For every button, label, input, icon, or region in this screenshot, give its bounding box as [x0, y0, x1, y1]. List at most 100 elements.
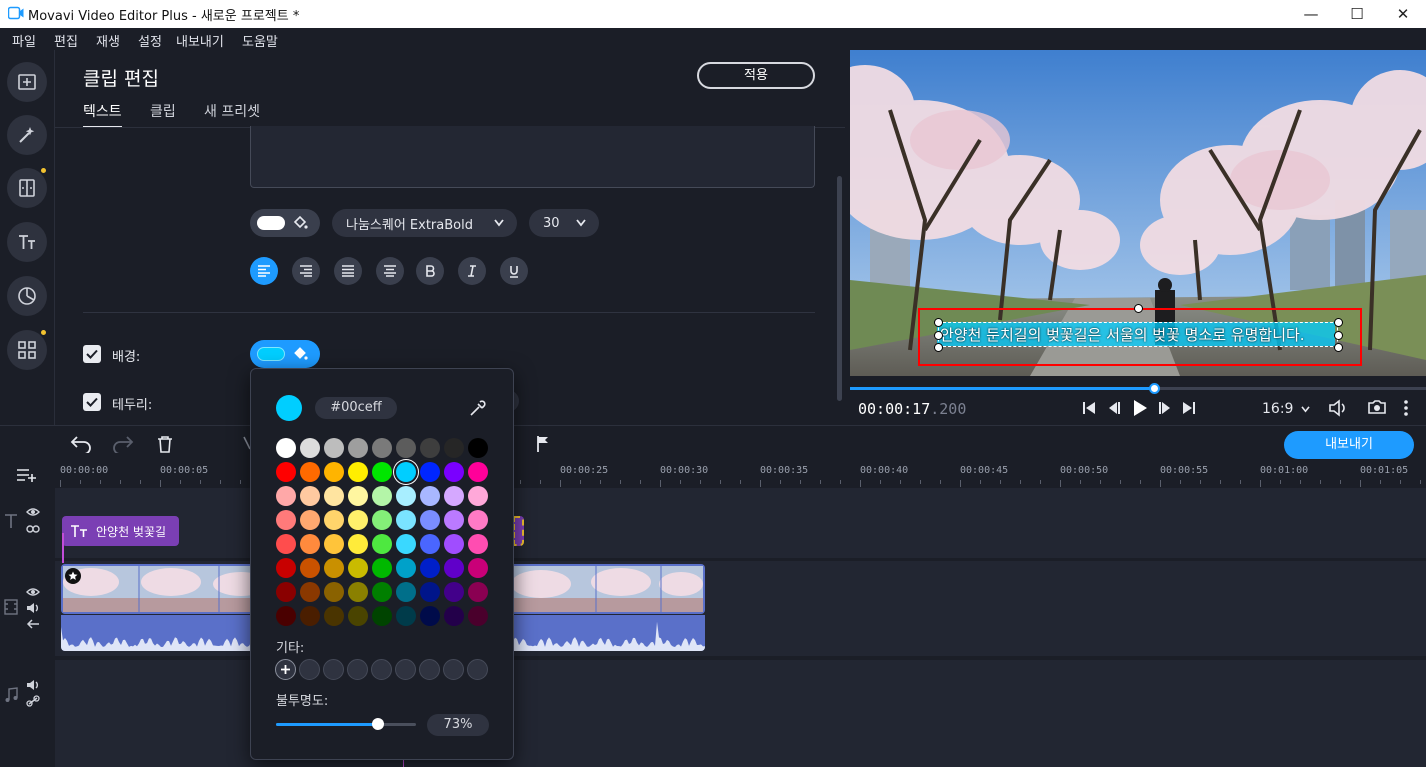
color-swatch[interactable] — [348, 606, 368, 626]
titles-button[interactable] — [7, 222, 47, 262]
color-swatch[interactable] — [348, 510, 368, 530]
color-swatch[interactable] — [276, 486, 296, 506]
minimize-button[interactable]: — — [1288, 0, 1334, 28]
color-swatch[interactable] — [348, 558, 368, 578]
color-swatch[interactable] — [420, 438, 440, 458]
menu-playback[interactable]: 재생 — [96, 31, 120, 50]
color-swatch[interactable] — [420, 510, 440, 530]
custom-color-slot[interactable] — [299, 659, 320, 680]
camera-icon[interactable] — [1368, 399, 1386, 415]
color-swatch[interactable] — [300, 606, 320, 626]
color-swatch[interactable] — [372, 582, 392, 602]
panel-scrollbar[interactable] — [837, 176, 842, 401]
menu-settings[interactable]: 설정 — [138, 31, 162, 50]
color-swatch[interactable] — [348, 486, 368, 506]
opacity-value[interactable]: 73% — [427, 714, 489, 736]
text-input-area[interactable] — [250, 126, 815, 188]
eye-icon[interactable] — [26, 587, 40, 597]
color-swatch[interactable] — [372, 486, 392, 506]
color-swatch[interactable] — [444, 534, 464, 554]
bold-button[interactable] — [416, 257, 444, 285]
color-swatch[interactable] — [420, 486, 440, 506]
align-justify-button[interactable] — [334, 257, 362, 285]
export-button[interactable]: 내보내기 — [1284, 431, 1414, 459]
import-button[interactable] — [7, 62, 47, 102]
color-swatch[interactable] — [420, 606, 440, 626]
color-swatch[interactable] — [444, 486, 464, 506]
color-swatch[interactable] — [372, 438, 392, 458]
font-dropdown[interactable]: 나눔스퀘어 ExtraBold — [332, 209, 517, 237]
color-swatch[interactable] — [444, 462, 464, 482]
color-swatch[interactable] — [300, 438, 320, 458]
color-swatch[interactable] — [276, 558, 296, 578]
color-swatch[interactable] — [276, 606, 296, 626]
color-swatch[interactable] — [324, 558, 344, 578]
color-swatch[interactable] — [468, 462, 488, 482]
resize-handle[interactable] — [934, 343, 943, 352]
undo-icon[interactable] — [70, 435, 92, 453]
skip-start-icon[interactable] — [1082, 401, 1096, 415]
color-swatch[interactable] — [300, 534, 320, 554]
color-swatch[interactable] — [324, 462, 344, 482]
color-swatch[interactable] — [468, 606, 488, 626]
color-swatch[interactable] — [348, 438, 368, 458]
resize-handle[interactable] — [1334, 318, 1343, 327]
play-icon[interactable] — [1132, 399, 1148, 417]
link-icon[interactable] — [26, 524, 40, 534]
color-swatch[interactable] — [396, 462, 416, 482]
color-swatch[interactable] — [300, 486, 320, 506]
tab-new-preset[interactable]: 새 프리셋 — [204, 101, 260, 121]
menu-export[interactable]: 내보내기 — [176, 31, 224, 50]
color-swatch[interactable] — [276, 534, 296, 554]
color-swatch[interactable] — [396, 510, 416, 530]
apply-button[interactable]: 적용 — [697, 62, 815, 89]
link-icon[interactable] — [26, 695, 40, 707]
eye-icon[interactable] — [26, 507, 40, 517]
detach-audio-icon[interactable] — [26, 618, 40, 630]
color-swatch[interactable] — [468, 510, 488, 530]
redo-icon[interactable] — [112, 435, 134, 453]
color-swatch[interactable] — [468, 534, 488, 554]
resize-handle[interactable] — [1334, 343, 1343, 352]
color-swatch[interactable] — [324, 486, 344, 506]
color-swatch[interactable] — [468, 438, 488, 458]
selected-title-clip[interactable] — [513, 516, 524, 546]
resize-handle[interactable] — [1334, 331, 1343, 340]
color-swatch[interactable] — [324, 606, 344, 626]
color-swatch[interactable] — [324, 534, 344, 554]
align-right-button[interactable] — [292, 257, 320, 285]
seek-handle[interactable] — [1149, 383, 1161, 394]
resize-handle[interactable] — [934, 331, 943, 340]
rotate-handle[interactable] — [1134, 304, 1143, 313]
custom-color-slot[interactable] — [323, 659, 344, 680]
close-button[interactable]: ✕ — [1380, 0, 1426, 28]
stickers-button[interactable] — [7, 276, 47, 316]
skip-end-icon[interactable] — [1182, 401, 1196, 415]
title-clip[interactable]: 안양천 벚꽃길 — [62, 516, 179, 546]
transitions-button[interactable] — [7, 168, 47, 208]
align-left-button[interactable] — [250, 257, 278, 285]
custom-color-slot[interactable] — [419, 659, 440, 680]
color-swatch[interactable] — [444, 606, 464, 626]
color-swatch[interactable] — [444, 558, 464, 578]
opacity-slider-handle[interactable] — [372, 718, 385, 730]
color-swatch[interactable] — [468, 558, 488, 578]
add-track-icon[interactable] — [16, 467, 38, 483]
menu-edit[interactable]: 편집 — [54, 31, 78, 50]
color-swatch[interactable] — [396, 534, 416, 554]
menu-help[interactable]: 도움말 — [242, 31, 278, 50]
align-center-button[interactable] — [376, 257, 404, 285]
menu-file[interactable]: 파일 — [12, 31, 36, 50]
delete-icon[interactable] — [157, 435, 173, 453]
color-swatch[interactable] — [396, 438, 416, 458]
font-size-dropdown[interactable]: 30 — [529, 209, 599, 237]
color-swatch[interactable] — [468, 582, 488, 602]
color-swatch[interactable] — [468, 486, 488, 506]
color-swatch[interactable] — [348, 462, 368, 482]
color-swatch[interactable] — [420, 582, 440, 602]
color-swatch[interactable] — [372, 606, 392, 626]
color-swatch[interactable] — [276, 462, 296, 482]
color-swatch[interactable] — [444, 510, 464, 530]
background-color-button[interactable] — [250, 340, 320, 368]
custom-color-slot[interactable] — [395, 659, 416, 680]
